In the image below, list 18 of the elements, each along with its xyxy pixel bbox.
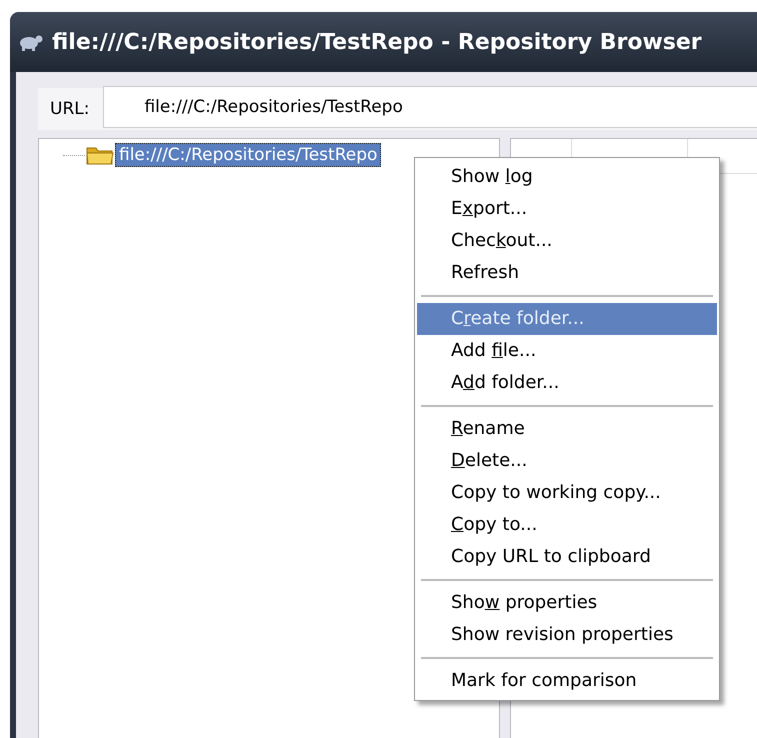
menu-item[interactable]: Copy to working copy... — [417, 477, 717, 509]
url-label: URL: — [50, 99, 90, 119]
window-title: file:///C:/Repositories/TestRepo - Repository Browser — [52, 30, 702, 54]
menu-item[interactable]: Mark for comparison — [417, 665, 717, 697]
menu-item[interactable]: Copy to... — [417, 509, 717, 541]
menu-item[interactable]: Show log — [417, 161, 717, 193]
menu-item[interactable]: Rename — [417, 413, 717, 445]
menu-item[interactable]: Checkout... — [417, 225, 717, 257]
menu-item[interactable]: Delete... — [417, 445, 717, 477]
menu-item[interactable]: Refresh — [417, 257, 717, 289]
menu-item[interactable]: Show revision properties — [417, 619, 717, 651]
menu-item[interactable]: Add folder... — [417, 367, 717, 399]
menu-item[interactable]: Copy URL to clipboard — [417, 541, 717, 573]
menu-item[interactable]: Add file... — [417, 335, 717, 367]
menu-item[interactable]: Export... — [417, 193, 717, 225]
tree-item[interactable]: file:///C:/Repositories/TestRepo — [115, 143, 382, 167]
url-field[interactable]: file:///C:/Repositories/TestRepo — [103, 86, 757, 128]
menu-item[interactable]: Show properties — [417, 587, 717, 619]
